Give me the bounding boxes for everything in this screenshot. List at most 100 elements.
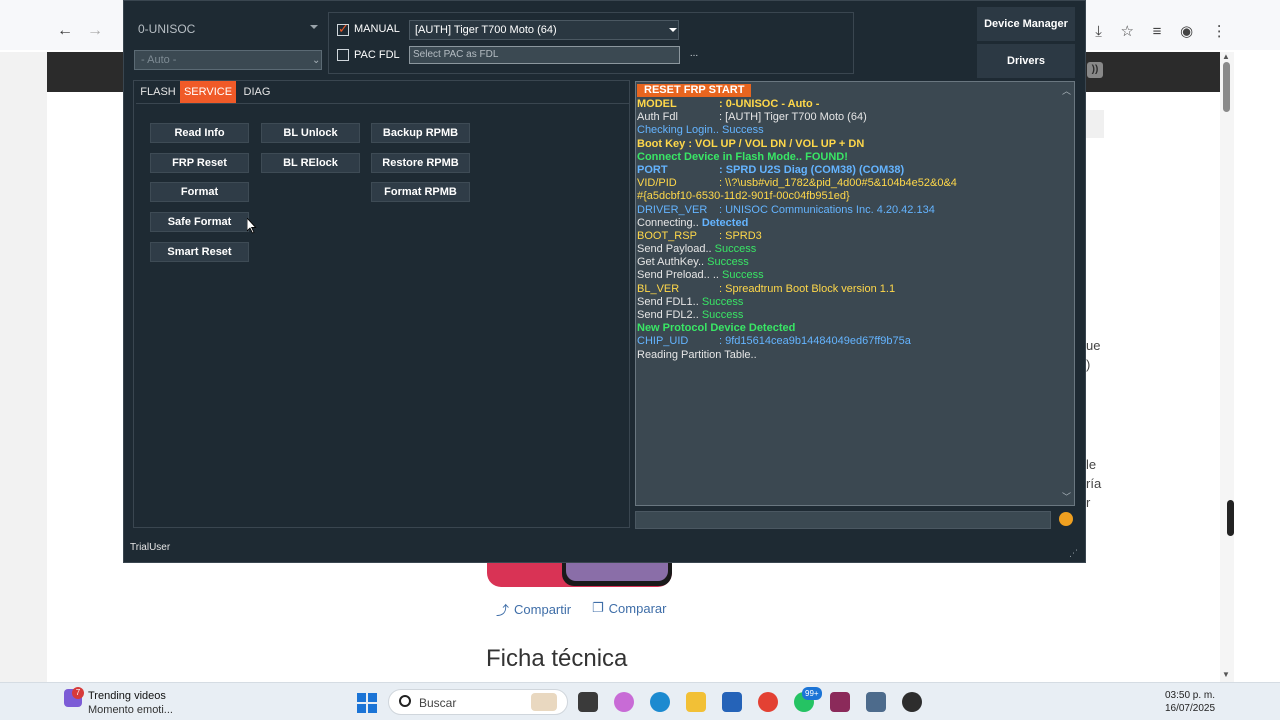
- tab-diag[interactable]: DIAG: [236, 81, 278, 103]
- download-icon[interactable]: ⤓: [1095, 23, 1102, 40]
- log-line: DRIVER_VER: UNISOC Communications Inc. 4…: [637, 203, 935, 216]
- command-input[interactable]: [635, 511, 1051, 529]
- resize-grip-icon[interactable]: ⋰: [1069, 548, 1078, 559]
- format-button[interactable]: Format: [150, 182, 249, 202]
- read-info-button[interactable]: Read Info: [150, 123, 249, 143]
- winrar-icon[interactable]: [830, 692, 850, 712]
- browser-actions: ⤓ ☆ ≡ ◉ ⋮: [1086, 18, 1236, 44]
- search-highlight-image: [531, 693, 557, 711]
- log-line: Get AuthKey.. Success: [637, 256, 749, 269]
- media-controls-icon[interactable]: ≡: [1153, 23, 1162, 40]
- chevron-down-icon[interactable]: ﹀: [1062, 490, 1071, 503]
- manual-checkbox[interactable]: [337, 21, 349, 37]
- chrome-icon[interactable]: [758, 692, 778, 712]
- bl-relock-button[interactable]: BL RElock: [261, 153, 360, 173]
- task-view-icon[interactable]: [578, 692, 598, 712]
- mouse-cursor-icon: [247, 218, 257, 234]
- unisoc-tool-taskbar-icon[interactable]: [866, 692, 886, 712]
- log-line: BOOT_RSP: SPRD3: [637, 229, 762, 242]
- widget-subtitle[interactable]: Momento emoti...: [88, 704, 173, 716]
- scroll-down-arrow-icon[interactable]: ▼: [1222, 670, 1230, 679]
- compare-icon: ❐: [592, 600, 604, 615]
- chevron-up-icon[interactable]: ︿: [1062, 84, 1071, 97]
- screen-recorder-icon[interactable]: [902, 692, 922, 712]
- pac-file-input[interactable]: Select PAC as FDL: [409, 46, 680, 64]
- windows-start-icon[interactable]: [357, 693, 377, 713]
- platform-select[interactable]: 0-UNISOC: [134, 16, 322, 40]
- smart-reset-button[interactable]: Smart Reset: [150, 242, 249, 262]
- stop-icon[interactable]: [1059, 512, 1073, 526]
- rss-icon[interactable]: )): [1087, 62, 1103, 78]
- restore-rpmb-button[interactable]: Restore RPMB: [371, 153, 470, 173]
- format-rpmb-button[interactable]: Format RPMB: [371, 182, 470, 202]
- taskbar-search[interactable]: Buscar: [388, 689, 568, 715]
- menu-kebab-icon[interactable]: ⋮: [1212, 22, 1227, 40]
- log-line: Send FDL2.. Success: [637, 309, 744, 321]
- log-line: PORT: SPRD U2S Diag (COM38) (COM38): [637, 163, 905, 176]
- safe-format-button[interactable]: Safe Format: [150, 212, 249, 232]
- backup-rpmb-button[interactable]: Backup RPMB: [371, 123, 470, 143]
- device-manager-button[interactable]: Device Manager: [977, 7, 1075, 41]
- page-peek-text: ue: [1086, 338, 1101, 353]
- page-scrollbar-thumb[interactable]: [1223, 62, 1230, 112]
- bl-unlock-button[interactable]: BL Unlock: [261, 123, 360, 143]
- share-link[interactable]: ⤴ Compartir: [496, 600, 571, 619]
- profile-icon[interactable]: ◉: [1180, 22, 1193, 40]
- log-line: BL_VER: Spreadtrum Boot Block version 1.…: [637, 282, 896, 295]
- windows-taskbar: 7 Trending videos Momento emoti... Busca…: [0, 682, 1280, 720]
- manual-label: MANUAL: [354, 23, 400, 35]
- chevron-down-icon[interactable]: [310, 25, 318, 29]
- phone-product-image: [487, 562, 672, 587]
- scroll-up-arrow-icon[interactable]: ▲: [1222, 52, 1230, 61]
- drivers-button[interactable]: Drivers: [977, 44, 1075, 78]
- taskbar-clock[interactable]: 03:50 p. m. 16/07/2025: [1160, 689, 1220, 715]
- pac-browse-button[interactable]: ...: [685, 46, 703, 64]
- log-line: Send FDL1.. Success: [637, 295, 744, 308]
- forward-arrow-icon[interactable]: →: [84, 20, 106, 42]
- tab-divider: [136, 103, 629, 104]
- log-line: New Protocol Device Detected: [637, 322, 796, 335]
- log-console: RESET FRP START MODEL: 0-UNISOC - Auto -…: [635, 81, 1075, 506]
- log-header: RESET FRP START: [637, 84, 752, 97]
- log-line: Reading Partition Table..: [637, 348, 757, 361]
- log-line: #{a5dcbf10-6530-11d2-901f-00c04fb951ed}: [637, 190, 850, 203]
- edge-icon[interactable]: [650, 692, 670, 712]
- log-line: Auth Fdl: [AUTH] Tiger T700 Moto (64): [637, 111, 867, 124]
- log-line: Boot Key : VOL UP / VOL DN / VOL UP + DN: [637, 137, 865, 150]
- side-panel-handle[interactable]: [1227, 500, 1234, 536]
- log-line: VID/PID: \\?\usb#vid_1782&pid_4d00#5&104…: [637, 177, 957, 190]
- pacfdl-checkbox[interactable]: [337, 49, 349, 61]
- store-icon[interactable]: [722, 692, 742, 712]
- widgets-badge: 7: [72, 687, 84, 699]
- page-scrollbar[interactable]: [1220, 52, 1234, 682]
- share-icon: ⤴: [496, 603, 510, 618]
- page-peek-text: le: [1086, 457, 1097, 472]
- page-side-block: [1086, 110, 1104, 138]
- fdl-select[interactable]: [AUTH] Tiger T700 Moto (64): [409, 20, 679, 40]
- chevron-down-icon: ⌄: [312, 55, 321, 66]
- service-panel: FLASH SERVICE DIAG Read Info FRP Reset F…: [133, 80, 630, 528]
- tab-service[interactable]: SERVICE: [180, 81, 236, 103]
- back-arrow-icon[interactable]: ←: [54, 20, 76, 42]
- frp-reset-button[interactable]: FRP Reset: [150, 153, 249, 173]
- log-scrollbar[interactable]: ︿ ﹀: [1060, 82, 1074, 505]
- chevron-down-icon: [669, 28, 677, 32]
- copilot-icon[interactable]: [614, 692, 634, 712]
- widget-title[interactable]: Trending videos: [88, 690, 166, 702]
- log-line: Checking Login.. Success: [637, 124, 764, 137]
- fdl-panel: MANUAL PAC FDL [AUTH] Tiger T700 Moto (6…: [328, 12, 854, 74]
- log-lines: MODEL: 0-UNISOC - Auto - Auth Fdl: [AUTH…: [637, 98, 1057, 362]
- compare-link[interactable]: ❐ Comparar: [592, 600, 666, 616]
- log-line: Send Preload.. .. Success: [637, 269, 764, 282]
- tab-flash[interactable]: FLASH: [136, 81, 180, 103]
- page-peek-text: ría: [1086, 476, 1102, 491]
- whatsapp-badge: 99+: [802, 687, 822, 700]
- mode-select[interactable]: - Auto - ⌄: [134, 50, 322, 70]
- page-peek-text: ): [1086, 357, 1091, 372]
- log-line: Send Payload.. Success: [637, 243, 757, 256]
- file-explorer-icon[interactable]: [686, 692, 706, 712]
- bookmark-star-icon[interactable]: ☆: [1121, 22, 1134, 40]
- log-line: MODEL: 0-UNISOC - Auto -: [637, 98, 820, 110]
- status-user: TrialUser: [130, 542, 171, 553]
- unisoc-tool-window: 0-UNISOC - Auto - ⌄ MANUAL PAC FDL [AUTH…: [123, 0, 1086, 563]
